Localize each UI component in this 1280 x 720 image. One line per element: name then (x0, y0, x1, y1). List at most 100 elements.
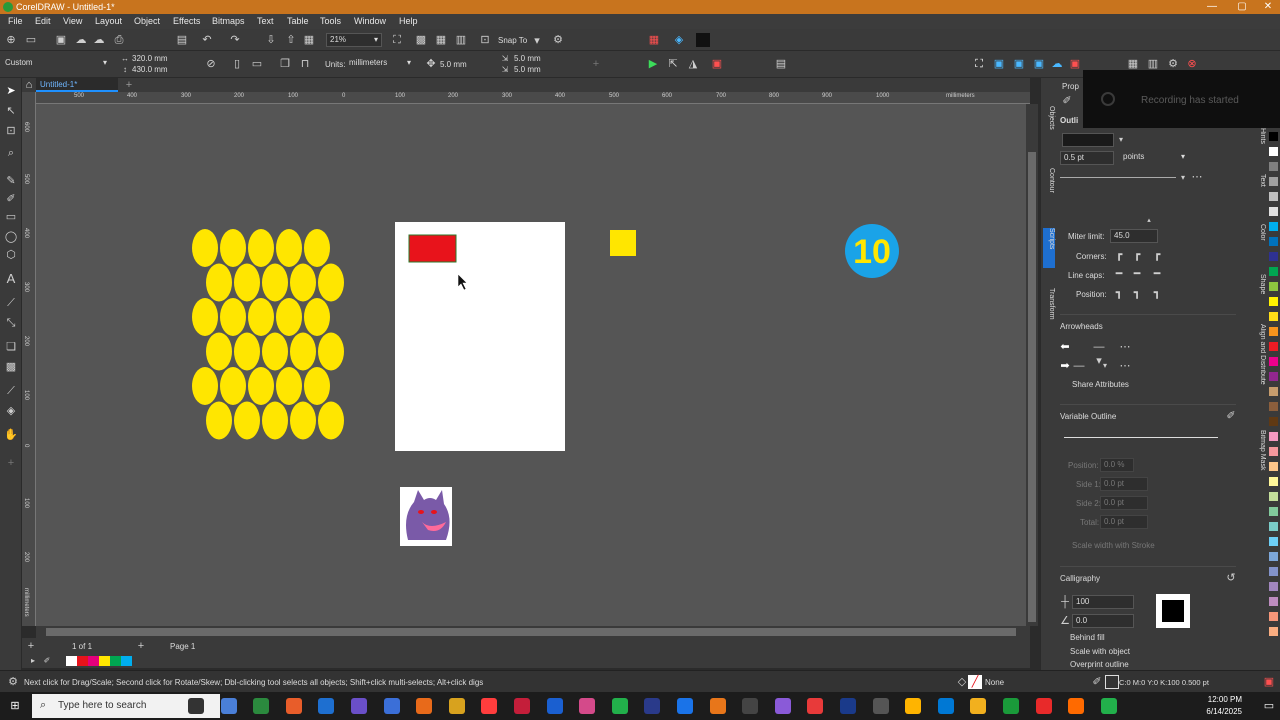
record-icon[interactable]: ▣ (710, 57, 724, 71)
miter-corner-icon[interactable]: ┏ (1112, 248, 1126, 262)
yellow-ellipse[interactable] (234, 332, 260, 371)
color-swatch[interactable] (1269, 432, 1278, 441)
taskbar-app-icon[interactable] (1068, 698, 1085, 714)
taskbar-app-icon[interactable] (1100, 698, 1117, 714)
zoom-tool-icon[interactable]: ⌕ (4, 146, 18, 160)
scale-with-stroke-checkbox[interactable]: Scale width with Stroke (1072, 541, 1155, 550)
horizontal-ruler[interactable]: 500 400 300 200 100 0 100 200 300 400 50… (36, 92, 1030, 104)
pick-tool-icon[interactable]: ➤ (4, 84, 18, 98)
menu-file[interactable]: File (8, 16, 23, 26)
taskbar-app-icon[interactable] (677, 698, 693, 714)
taskbar-app-icon[interactable] (351, 698, 367, 714)
open-folder-icon[interactable]: ▭ (24, 33, 38, 47)
horizontal-scrollbar[interactable] (36, 626, 1030, 638)
new-tab-icon[interactable]: + (122, 78, 136, 92)
square-cap-icon[interactable]: ━ (1150, 267, 1164, 281)
color-swatch[interactable] (1269, 552, 1278, 561)
show-grid-icon[interactable]: ▦ (434, 33, 448, 47)
close-button[interactable]: ✕ (1258, 0, 1278, 14)
taskbar-app-icon[interactable] (840, 698, 856, 714)
portrait-icon[interactable]: ▯ (230, 57, 244, 71)
add-tool-icon[interactable]: + (4, 456, 18, 470)
variable-outline-slider[interactable] (1064, 437, 1218, 438)
add-page-after-icon[interactable]: + (134, 639, 148, 653)
scale-with-object-checkbox[interactable]: Scale with object (1070, 647, 1130, 656)
rectangle-tool-icon[interactable]: ▭ (4, 210, 18, 224)
run-macro-play-icon[interactable]: ▶ (646, 57, 660, 71)
crop-tool-icon[interactable]: ⊡ (4, 124, 18, 138)
snap-to-icon[interactable]: ⊡ (478, 33, 492, 47)
yellow-ellipse[interactable] (276, 298, 302, 336)
yellow-ellipse[interactable] (318, 401, 344, 440)
yellow-ellipse[interactable] (220, 298, 246, 336)
taskbar-app-icon[interactable] (872, 698, 889, 714)
calligraphy-angle-field[interactable]: 0.0 (1072, 614, 1134, 628)
taskbar-app-icon[interactable] (383, 698, 400, 714)
yellow-square[interactable] (610, 230, 636, 256)
yellow-ellipse[interactable] (290, 401, 316, 440)
transparency-tool-icon[interactable]: ▩ (4, 360, 18, 374)
outline-pen-icon[interactable]: ✐ (1060, 94, 1074, 108)
color-swatch[interactable] (1269, 507, 1278, 516)
redo-icon[interactable]: ↷ (228, 33, 242, 47)
zoom-level-field[interactable]: 21% ▾ (326, 33, 382, 47)
current-page-icon[interactable]: ⊓ (298, 57, 312, 71)
yellow-ellipse[interactable] (318, 263, 344, 302)
drop-shadow-icon[interactable]: ❏ (4, 340, 18, 354)
docker-tab-contour[interactable]: Contour (1043, 168, 1055, 193)
miter-limit-field[interactable]: 45.0 (1110, 229, 1158, 243)
docker-tab-text[interactable]: Text (1254, 174, 1266, 187)
taskbar-app-icon[interactable] (807, 698, 824, 714)
interactive-fill-icon[interactable]: ◈ (4, 404, 18, 418)
color-swatch[interactable] (1269, 612, 1278, 621)
taskbar-app-icon[interactable] (253, 698, 270, 714)
options-gear-icon[interactable]: ⚙ (551, 33, 565, 47)
color-swatch[interactable] (1269, 312, 1278, 321)
flip-icon[interactable]: ◮ (686, 57, 700, 71)
color-swatch[interactable] (1269, 252, 1278, 261)
behind-fill-checkbox[interactable]: Behind fill (1070, 633, 1105, 642)
yellow-ellipse[interactable] (206, 263, 232, 302)
color-swatch[interactable] (1269, 537, 1278, 546)
taskbar-app-icon[interactable] (644, 698, 661, 714)
taskbar-app-icon[interactable] (742, 698, 759, 714)
menu-table[interactable]: Table (287, 16, 309, 26)
yellow-ellipse[interactable] (206, 401, 232, 440)
settings-gear-icon[interactable]: ⚙ (1166, 57, 1180, 71)
import-icon[interactable]: ⇩ (264, 33, 278, 47)
taskbar-app-icon[interactable] (937, 698, 954, 714)
undo-icon[interactable]: ↶ (200, 33, 214, 47)
nib-shape-preview[interactable] (1156, 594, 1190, 628)
calligraphy-stretch-field[interactable]: 100 (1072, 595, 1134, 609)
chevron-down-icon[interactable]: ▾ (1114, 133, 1128, 147)
more-options-icon[interactable]: ⋯ (1190, 170, 1204, 184)
menu-object[interactable]: Object (134, 16, 160, 26)
yellow-ellipse[interactable] (206, 332, 232, 371)
units-dropdown[interactable]: millimeters ▾ (346, 57, 414, 71)
inside-position-icon[interactable]: ┓ (1150, 286, 1164, 300)
taskbar-app-icon[interactable] (579, 698, 596, 714)
no-fill-swatch-icon[interactable]: ╱ (968, 675, 982, 689)
ruler-icon[interactable]: ▥ (1146, 57, 1160, 71)
show-guides-icon[interactable]: ▥ (454, 33, 468, 47)
taskbar-app-icon[interactable] (774, 698, 791, 714)
color-swatch[interactable] (1269, 132, 1278, 141)
menu-bitmaps[interactable]: Bitmaps (212, 16, 245, 26)
yellow-ellipse[interactable] (234, 401, 260, 440)
palette-swatch[interactable] (121, 656, 132, 666)
overprint-outline-checkbox[interactable]: Overprint outline (1070, 660, 1129, 669)
docker-tab-color[interactable]: Color (1254, 224, 1266, 241)
round-corner-icon[interactable]: ┏ (1130, 248, 1144, 262)
palette-swatch[interactable] (77, 656, 88, 666)
taskbar-app-icon[interactable] (188, 698, 204, 714)
fullscreen-icon[interactable]: ⛶ (972, 57, 986, 71)
color-swatch[interactable] (1269, 492, 1278, 501)
menu-window[interactable]: Window (354, 16, 386, 26)
add-page-icon[interactable]: + (24, 639, 38, 653)
yellow-ellipse[interactable] (276, 367, 302, 405)
pdf-icon[interactable]: ▣ (1068, 57, 1082, 71)
yellow-ellipse[interactable] (248, 229, 274, 267)
taskbar-app-icon[interactable] (905, 698, 922, 714)
cloud-sync-icon[interactable]: ☁ (92, 33, 106, 47)
menu-effects[interactable]: Effects (173, 16, 200, 26)
